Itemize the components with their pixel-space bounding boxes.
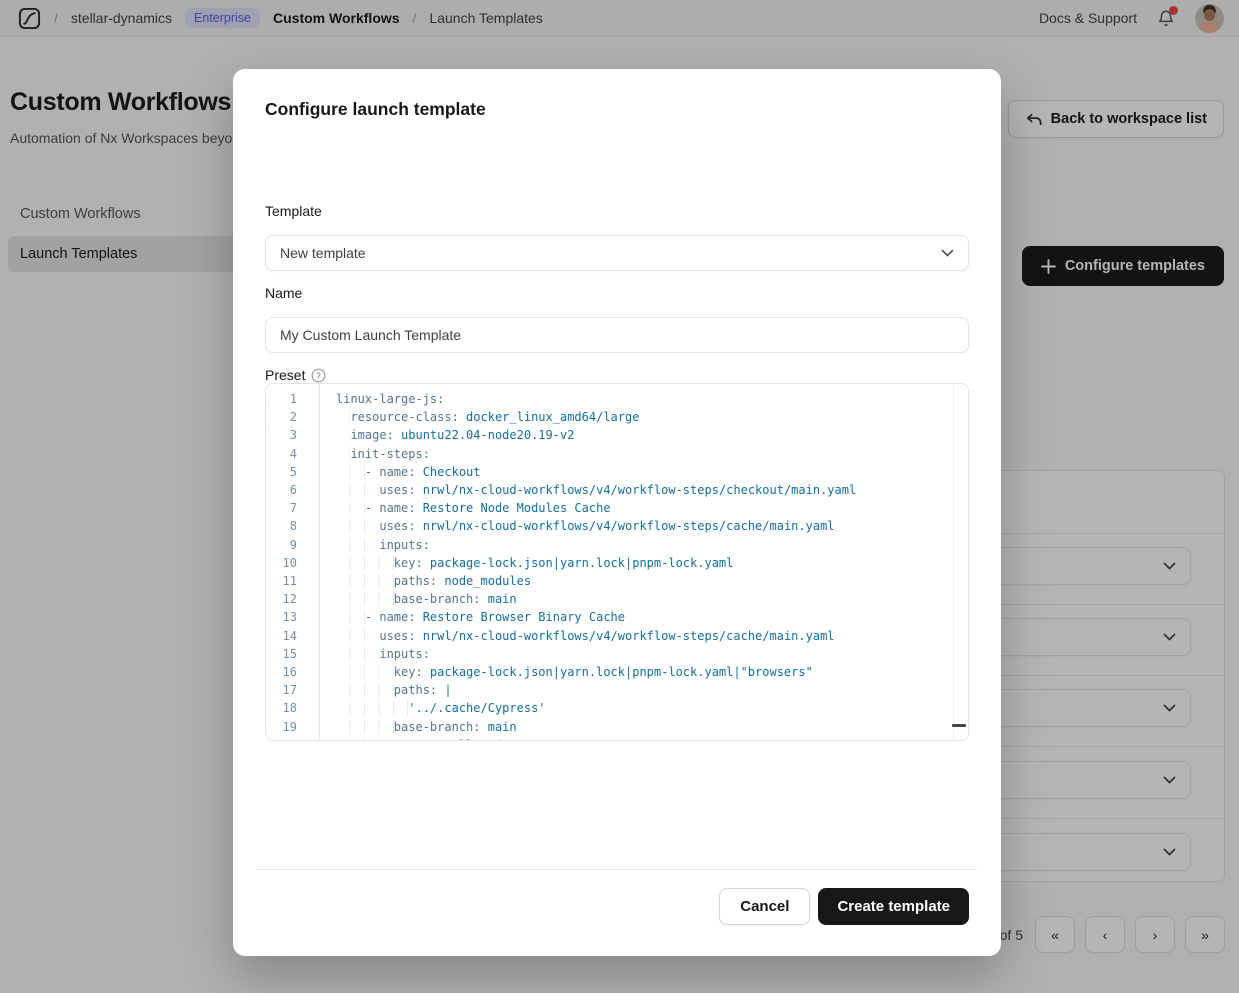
code-line: 5 - name: Checkout: [266, 463, 953, 481]
code-line: 12 base-branch: main: [266, 590, 953, 608]
code-line: 4 init-steps:: [266, 445, 953, 463]
code-line: 7 - name: Restore Node Modules Cache: [266, 499, 953, 517]
create-template-button[interactable]: Create template: [818, 888, 969, 925]
editor-scrollbar[interactable]: [953, 384, 968, 740]
question-circle-icon[interactable]: ?: [311, 368, 326, 383]
name-input[interactable]: [280, 327, 954, 343]
code-line: 19 base-branch: main: [266, 718, 953, 736]
template-select-value: New template: [280, 245, 941, 261]
name-field-wrap: [265, 317, 969, 353]
editor-resize-handle[interactable]: [952, 724, 966, 727]
modal-title: Configure launch template: [265, 99, 486, 120]
configure-launch-template-modal: Configure launch template Template New t…: [233, 69, 1001, 956]
code-line: 11 paths: node_modules: [266, 572, 953, 590]
template-select[interactable]: New template: [265, 235, 969, 271]
footer-divider: [257, 869, 977, 870]
code-line: 18 '../.cache/Cypress': [266, 699, 953, 717]
code-line: 15 inputs:: [266, 645, 953, 663]
code-line: 17 paths: |: [266, 681, 953, 699]
svg-text:?: ?: [317, 371, 322, 380]
code-line: 9 inputs:: [266, 536, 953, 554]
code-line: 13 - name: Restore Browser Binary Cache: [266, 608, 953, 626]
cancel-button[interactable]: Cancel: [719, 888, 810, 925]
code-line: 2 resource-class: docker_linux_amd64/lar…: [266, 408, 953, 426]
code-line: 16 key: package-lock.json|yarn.lock|pnpm…: [266, 663, 953, 681]
code-line: 6 uses: nrwl/nx-cloud-workflows/v4/workf…: [266, 481, 953, 499]
code-line: 20 - name: Install Node: [266, 736, 953, 740]
code-line: 10 key: package-lock.json|yarn.lock|pnpm…: [266, 554, 953, 572]
template-label: Template: [265, 203, 322, 219]
chevron-down-icon: [941, 249, 954, 257]
code-lines: 1linux-large-js:2 resource-class: docker…: [266, 384, 953, 740]
preset-label: Preset ?: [265, 367, 326, 383]
code-line: 3 image: ubuntu22.04-node20.19-v2: [266, 426, 953, 444]
name-label: Name: [265, 285, 302, 301]
yaml-code-editor[interactable]: 1linux-large-js:2 resource-class: docker…: [265, 383, 969, 741]
code-line: 1linux-large-js:: [266, 390, 953, 408]
code-line: 8 uses: nrwl/nx-cloud-workflows/v4/workf…: [266, 517, 953, 535]
code-line: 14 uses: nrwl/nx-cloud-workflows/v4/work…: [266, 627, 953, 645]
